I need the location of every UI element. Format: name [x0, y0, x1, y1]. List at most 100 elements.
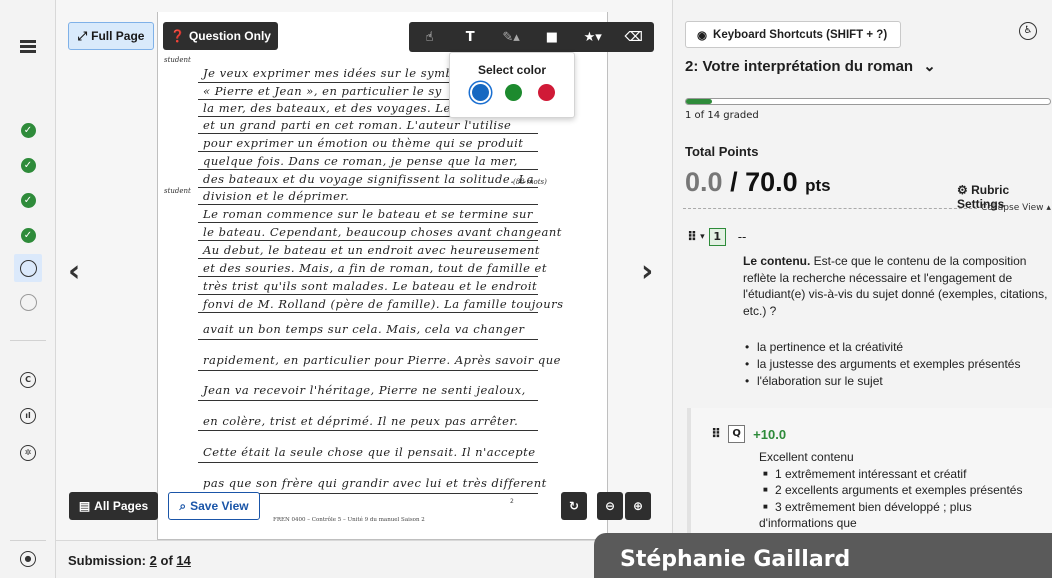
handwriting-line: des bateaux et du voyage signifissent la… [203, 172, 534, 186]
rubric-criteria-list: la pertinence et la créativité la justes… [743, 339, 1048, 390]
accessibility-icon[interactable]: ♿ [1019, 22, 1037, 40]
student-icon[interactable]: ● [18, 549, 38, 569]
rail-divider [10, 540, 46, 541]
grading-panel: ◉ Keyboard Shortcuts (SHIFT + ?) ♿ 2: Vo… [672, 0, 1052, 578]
question-title[interactable]: 2: Votre interprétation du roman ⌄ [685, 57, 936, 75]
question-status-graded-icon[interactable]: ✓ [18, 120, 38, 140]
color-swatch-red[interactable] [538, 84, 555, 101]
rail-divider [10, 340, 46, 341]
submission-current-link[interactable]: 2 [150, 553, 157, 568]
full-page-button[interactable]: ⤢ Full Page [68, 22, 154, 50]
handwriting-line: Le roman commence sur le bateau et se te… [203, 207, 533, 221]
ruled-line [198, 222, 538, 223]
menu-icon[interactable] [18, 36, 38, 56]
ruled-line [198, 169, 538, 170]
expand-icon: ⤢ [77, 28, 88, 43]
ruled-line [198, 204, 538, 205]
question-status-graded-icon[interactable]: ✓ [18, 225, 38, 245]
pointer-tool-icon[interactable]: ☝ [419, 30, 439, 45]
question-only-button[interactable]: ❓ Question Only [163, 22, 278, 50]
color-swatch-blue[interactable] [472, 84, 489, 101]
question-status-current-icon[interactable] [18, 258, 38, 278]
list-item: la justesse des arguments et exemples pr… [743, 356, 1048, 373]
question-status-graded-icon[interactable]: ✓ [18, 190, 38, 210]
pen-tool-icon[interactable]: ✎▴ [501, 30, 521, 45]
zoom-in-icon[interactable]: ⊕ [625, 492, 651, 520]
chevron-down-icon: ⌄ [923, 58, 936, 75]
handwriting-line: Au debut, le bateau et un endroit avec h… [203, 243, 540, 257]
gear-icon: ⚙ [957, 183, 968, 197]
ruled-line [198, 339, 538, 340]
handwriting-line: très trist qu'ils sont malades. Le batea… [203, 279, 538, 293]
rubric-item-header: ⠿ Q +10.0 [711, 425, 786, 443]
collapse-view-button[interactable]: Collapse View ▴ [981, 203, 1051, 213]
handwriting-line: « Pierre et Jean », en particulier le sy [203, 84, 442, 98]
left-rail: ✓ ✓ ✓ ✓ C ıl ✲ ● [0, 0, 56, 578]
list-item: 1 extrêmement intéressant et créatif [759, 466, 1052, 483]
color-picker-popup: Select color [449, 52, 575, 118]
drag-handle-icon[interactable]: ⠿ [687, 230, 697, 245]
ruled-line [198, 370, 538, 371]
total-points-label: Total Points [685, 144, 759, 159]
statistics-icon[interactable]: ıl [18, 406, 38, 426]
submission-viewer: student student (88 mots) Je veux exprim… [56, 0, 672, 540]
rubric-item-key: Q [728, 425, 746, 443]
rubric-group-description: Le contenu. Est-ce que le contenu de la … [743, 254, 1048, 318]
ruled-line [198, 294, 538, 295]
presenter-name-banner: Stéphanie Gaillard [594, 533, 1052, 578]
handwriting-line: pour exprimer un émotion ou thème qui se… [203, 136, 524, 150]
total-points-value: 0.0 / 70.0 pts [685, 167, 831, 197]
question-status-graded-icon[interactable]: ✓ [18, 155, 38, 175]
rubric-group-number[interactable]: 1 [708, 228, 726, 246]
handwriting-line: le bateau. Cependant, beaucoup choses av… [203, 225, 562, 239]
question-icon: ❓ [170, 29, 185, 43]
ruled-line [198, 462, 538, 463]
grading-app: ✓ ✓ ✓ ✓ C ıl ✲ ● student student (88 mot… [0, 0, 1052, 578]
keyboard-shortcuts-button[interactable]: ◉ Keyboard Shortcuts (SHIFT + ?) [685, 21, 901, 48]
margin-note: student [164, 187, 191, 195]
rubric-item-points: +10.0 [753, 426, 787, 442]
stamp-tool-icon[interactable]: ★▾ [583, 30, 603, 45]
all-pages-button[interactable]: ▤ All Pages [69, 492, 158, 520]
submission-total-link[interactable]: 14 [176, 553, 190, 568]
next-page-icon[interactable]: › [641, 254, 653, 289]
submission-bar: Submission: 2 of 14 [56, 540, 672, 578]
color-swatch-green[interactable] [505, 84, 522, 101]
submission-counter: Submission: 2 of 14 [68, 553, 191, 568]
rotate-icon[interactable]: ↻ [561, 492, 587, 520]
ruled-line [198, 430, 538, 431]
document-icon: ▤ [78, 499, 91, 513]
rubric-group-points: -- [737, 230, 747, 244]
handwriting-line: pas que son frère qui grandir avec lui e… [203, 476, 547, 490]
color-picker-title: Select color [477, 63, 547, 77]
handwriting-line: en colère, trist et déprimé. Il ne peux … [203, 414, 519, 428]
zoom-out-icon[interactable]: ⊖ [597, 492, 623, 520]
previous-page-icon[interactable]: ‹ [68, 254, 80, 289]
search-icon: ⌕ [179, 498, 187, 513]
text-tool-icon[interactable]: T [460, 30, 480, 45]
chevron-down-icon[interactable]: ▾ [700, 232, 705, 242]
question-status-ungraded-icon[interactable] [18, 292, 38, 312]
rubric-group-header: ⠿ ▾ 1 -- [687, 228, 746, 246]
ruled-line [198, 151, 538, 152]
ruled-line [198, 312, 538, 313]
box-tool-icon[interactable]: ■ [542, 30, 562, 45]
grading-progress-fill [686, 99, 712, 104]
collapse-divider [683, 208, 977, 209]
ruled-line [198, 187, 538, 188]
grading-progress-bar [685, 98, 1051, 105]
handwriting-line: Cette était la seule chose que il pensai… [203, 445, 536, 459]
handwriting-line: rapidement, en particulier pour Pierre. … [203, 353, 561, 367]
ruled-line [198, 258, 538, 259]
handwriting-line: Je veux exprimer mes idées sur le symbo [203, 66, 461, 80]
drag-handle-icon[interactable]: ⠿ [711, 427, 721, 442]
handwriting-line: avait un bon temps sur cela. Mais, cela … [203, 322, 525, 336]
list-item: l'élaboration sur le sujet [743, 373, 1048, 390]
settings-icon[interactable]: ✲ [18, 443, 38, 463]
eraser-tool-icon[interactable]: ⌫ [624, 30, 644, 45]
regrade-icon[interactable]: C [18, 370, 38, 390]
save-view-button[interactable]: ⌕ Save View [168, 492, 260, 520]
ruled-line [198, 133, 538, 134]
handwriting-line: et un grand parti en cet roman. L'auteur… [203, 118, 512, 132]
ruled-line [198, 400, 538, 401]
